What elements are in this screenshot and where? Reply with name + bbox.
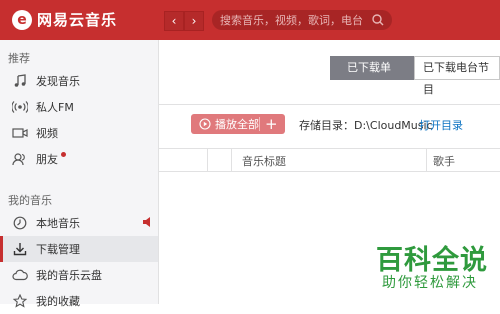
sidebar-item-private-fm[interactable]: 私人FM — [0, 94, 158, 120]
sidebar-item-label: 本地音乐 — [36, 217, 80, 230]
app-logo[interactable]: e 网易云音乐 — [12, 9, 117, 30]
sidebar-item-label: 发现音乐 — [36, 75, 80, 88]
column-header-title[interactable]: 音乐标题 — [242, 153, 286, 169]
radio-icon — [12, 99, 28, 115]
sidebar-item-cloud-drive[interactable]: 我的音乐云盘 — [0, 262, 158, 288]
section-title-recommend: 推荐 — [8, 52, 30, 65]
sidebar-item-discover-music[interactable]: 发现音乐 — [0, 68, 158, 94]
column-separator — [207, 149, 208, 171]
storage-directory-label: 存储目录：D:\CloudMusic — [299, 119, 433, 132]
tab-downloaded-programs[interactable]: 已下载电台节目 — [414, 56, 500, 96]
open-directory-link[interactable]: 打开目录 — [419, 117, 463, 133]
app-title: 网易云音乐 — [37, 11, 118, 29]
sidebar-item-video[interactable]: 视频 — [0, 120, 158, 146]
sidebar-item-label: 视频 — [36, 127, 58, 140]
sidebar-item-label: 私人FM — [36, 101, 74, 114]
music-note-icon — [12, 73, 28, 89]
sidebar-item-friends[interactable]: 朋友 — [0, 146, 158, 172]
search-box — [212, 10, 392, 30]
star-icon — [12, 293, 28, 309]
button-separator — [259, 117, 260, 131]
column-separator — [231, 149, 232, 171]
add-to-playlist-button[interactable]: + — [265, 114, 278, 134]
sidebar-item-download-manager[interactable]: 下载管理 — [0, 236, 158, 262]
forward-button[interactable]: › — [184, 11, 204, 31]
friends-icon — [12, 151, 28, 167]
tab-downloaded-songs[interactable]: 已下载单曲 — [330, 56, 414, 96]
sidebar: 推荐 发现音乐 私人FM 视频 朋友 我的音乐 本地音乐 下载管理 我的音乐云盘… — [0, 40, 159, 308]
video-icon — [12, 125, 28, 141]
watermark-subtitle: 助你轻松解决 — [382, 275, 478, 291]
title-bar: e 网易云音乐 ‹ › — [0, 0, 500, 40]
column-separator — [426, 149, 427, 171]
sidebar-item-favorites[interactable]: 我的收藏 — [0, 288, 158, 314]
search-input[interactable] — [220, 12, 365, 28]
netease-logo-icon: e — [12, 9, 32, 30]
playing-volume-icon — [143, 217, 150, 227]
cloud-icon — [12, 267, 28, 283]
column-header-artist[interactable]: 歌手 — [433, 153, 455, 169]
back-button[interactable]: ‹ — [164, 11, 184, 31]
section-title-my-music: 我的音乐 — [8, 194, 52, 207]
sidebar-item-label: 朋友 — [36, 153, 58, 166]
download-icon — [12, 241, 28, 257]
download-tabs: 已下载单曲 已下载电台节目 — [330, 56, 500, 96]
sidebar-item-label: 我的音乐云盘 — [36, 269, 102, 282]
sidebar-item-local-music[interactable]: 本地音乐 — [0, 210, 158, 236]
play-all-button[interactable]: 播放全部 + — [191, 114, 285, 134]
sidebar-item-label: 下载管理 — [36, 243, 80, 256]
notification-dot — [61, 152, 66, 157]
clock-music-icon — [12, 215, 28, 231]
divider — [159, 104, 500, 105]
play-circle-icon — [199, 118, 211, 130]
sidebar-item-label: 我的收藏 — [36, 295, 80, 308]
table-header: 音乐标题 歌手 — [159, 148, 500, 172]
search-icon[interactable] — [370, 12, 386, 28]
play-all-label: 播放全部 — [215, 118, 259, 131]
